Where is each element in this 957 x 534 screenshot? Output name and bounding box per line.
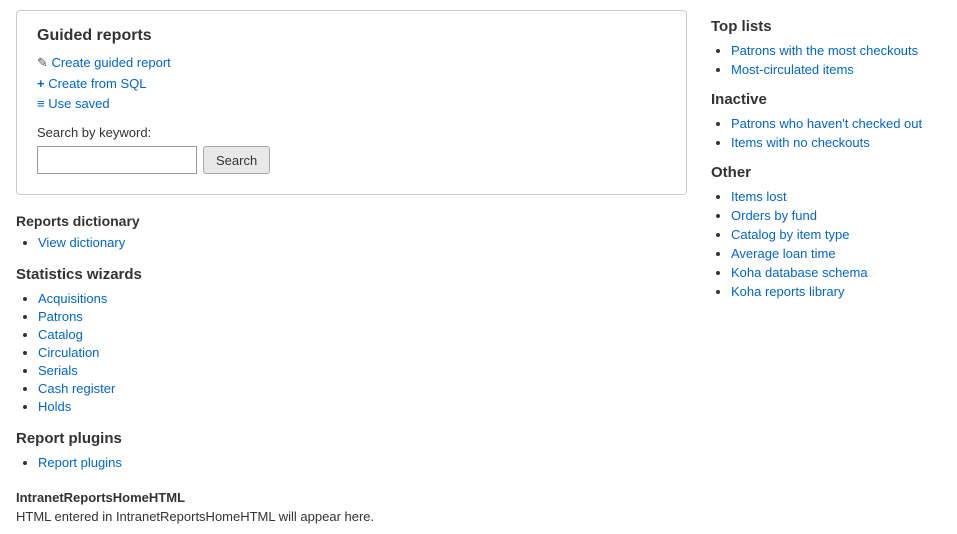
search-row: Search — [37, 146, 666, 174]
pencil-icon: ✎ — [37, 55, 48, 70]
patrons-item: Patrons — [38, 309, 687, 324]
use-saved-link[interactable]: ≡ Use saved — [37, 96, 110, 111]
koha-database-schema-item: Koha database schema — [731, 265, 941, 280]
patrons-link[interactable]: Patrons — [38, 309, 83, 324]
top-lists-title: Top lists — [711, 18, 941, 35]
average-loan-time-link[interactable]: Average loan time — [731, 246, 836, 261]
create-sql-link[interactable]: + Create from SQL — [37, 76, 146, 91]
most-circulated-link[interactable]: Most-circulated items — [731, 62, 854, 77]
statistics-wizards-list: Acquisitions Patrons Catalog Circulation… — [16, 291, 687, 414]
catalog-by-item-type-link[interactable]: Catalog by item type — [731, 227, 850, 242]
orders-by-fund-link[interactable]: Orders by fund — [731, 208, 817, 223]
report-plugins-title: Report plugins — [16, 430, 687, 447]
view-dictionary-link[interactable]: View dictionary — [38, 235, 125, 250]
reports-dictionary-section: Reports dictionary View dictionary — [16, 213, 687, 250]
other-title: Other — [711, 164, 941, 181]
create-guided-link[interactable]: ✎ Create guided report — [37, 55, 171, 70]
search-keyword-label: Search by keyword: — [37, 125, 666, 140]
serials-item: Serials — [38, 363, 687, 378]
cash-register-item: Cash register — [38, 381, 687, 396]
most-circulated-item: Most-circulated items — [731, 62, 941, 77]
guided-reports-actions: ✎ Create guided report + Create from SQL… — [37, 55, 666, 111]
items-no-checkouts-link[interactable]: Items with no checkouts — [731, 135, 870, 150]
patrons-not-checked-out-item: Patrons who haven't checked out — [731, 116, 941, 131]
average-loan-time-item: Average loan time — [731, 246, 941, 261]
holds-item: Holds — [38, 399, 687, 414]
reports-dictionary-title: Reports dictionary — [16, 213, 687, 229]
inactive-list: Patrons who haven't checked out Items wi… — [711, 116, 941, 150]
items-lost-link[interactable]: Items lost — [731, 189, 787, 204]
koha-database-schema-link[interactable]: Koha database schema — [731, 265, 868, 280]
koha-reports-library-link[interactable]: Koha reports library — [731, 284, 844, 299]
inactive-title: Inactive — [711, 91, 941, 108]
holds-link[interactable]: Holds — [38, 399, 71, 414]
koha-reports-library-item: Koha reports library — [731, 284, 941, 299]
create-guided-label: Create guided report — [52, 55, 171, 70]
catalog-item: Catalog — [38, 327, 687, 342]
serials-link[interactable]: Serials — [38, 363, 78, 378]
most-checkouts-item: Patrons with the most checkouts — [731, 43, 941, 58]
footer-description: HTML entered in IntranetReportsHomeHTML … — [16, 509, 687, 524]
main-content: Guided reports ✎ Create guided report + … — [16, 10, 687, 524]
items-lost-item: Items lost — [731, 189, 941, 204]
report-plugins-link[interactable]: Report plugins — [38, 455, 122, 470]
circulation-link[interactable]: Circulation — [38, 345, 99, 360]
use-saved-label: Use saved — [48, 96, 109, 111]
sidebar: Top lists Patrons with the most checkout… — [711, 10, 941, 313]
items-no-checkouts-item: Items with no checkouts — [731, 135, 941, 150]
plus-icon: + — [37, 76, 45, 91]
acquisitions-item: Acquisitions — [38, 291, 687, 306]
circulation-item: Circulation — [38, 345, 687, 360]
acquisitions-link[interactable]: Acquisitions — [38, 291, 107, 306]
create-sql-item: + Create from SQL — [37, 76, 666, 91]
most-checkouts-link[interactable]: Patrons with the most checkouts — [731, 43, 918, 58]
view-dictionary-item: View dictionary — [38, 235, 687, 250]
footer-title: IntranetReportsHomeHTML — [16, 490, 687, 505]
use-saved-item: ≡ Use saved — [37, 96, 666, 111]
patrons-not-checked-out-link[interactable]: Patrons who haven't checked out — [731, 116, 922, 131]
catalog-by-item-type-item: Catalog by item type — [731, 227, 941, 242]
keyword-search-section: Search by keyword: Search — [37, 125, 666, 174]
keyword-search-button[interactable]: Search — [203, 146, 270, 174]
reports-dictionary-list: View dictionary — [16, 235, 687, 250]
statistics-wizards-title: Statistics wizards — [16, 266, 687, 283]
other-list: Items lost Orders by fund Catalog by ite… — [711, 189, 941, 299]
top-lists-list: Patrons with the most checkouts Most-cir… — [711, 43, 941, 77]
statistics-wizards-section: Statistics wizards Acquisitions Patrons … — [16, 266, 687, 414]
keyword-search-input[interactable] — [37, 146, 197, 174]
create-guided-item: ✎ Create guided report — [37, 55, 666, 71]
orders-by-fund-item: Orders by fund — [731, 208, 941, 223]
guided-reports-box: Guided reports ✎ Create guided report + … — [16, 10, 687, 195]
catalog-link[interactable]: Catalog — [38, 327, 83, 342]
footer-section: IntranetReportsHomeHTML HTML entered in … — [16, 490, 687, 524]
list-icon: ≡ — [37, 96, 45, 111]
report-plugins-item: Report plugins — [38, 455, 687, 470]
guided-reports-title: Guided reports — [37, 27, 666, 45]
report-plugins-list: Report plugins — [16, 455, 687, 470]
cash-register-link[interactable]: Cash register — [38, 381, 115, 396]
report-plugins-section: Report plugins Report plugins — [16, 430, 687, 470]
create-sql-label: Create from SQL — [48, 76, 146, 91]
page-layout: Guided reports ✎ Create guided report + … — [16, 10, 941, 524]
